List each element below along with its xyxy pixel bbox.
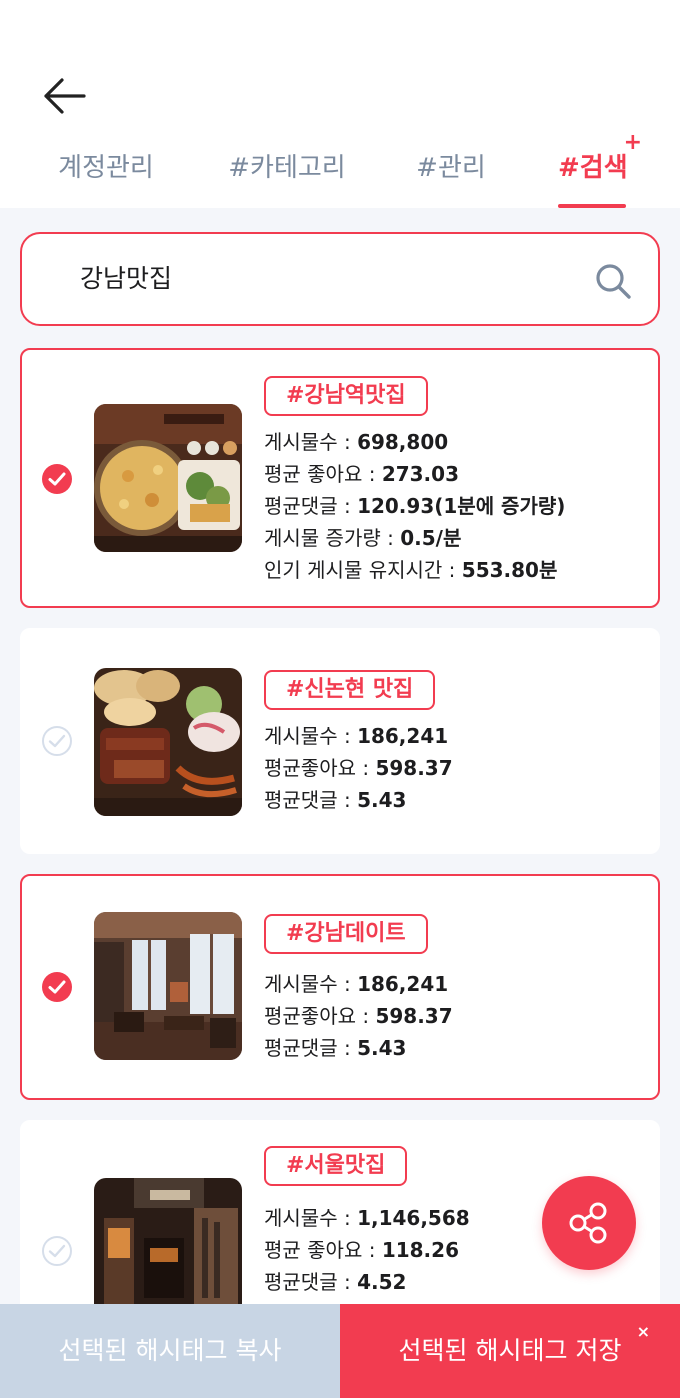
hashtag-chip[interactable]: #강남역맛집 [264,376,428,416]
bbq-platter-image [94,668,242,816]
save-button-label: 선택된 해시태그 저장 [398,1336,622,1365]
check-circle-icon[interactable] [40,462,74,496]
hashtag-card[interactable]: #신논현 맛집 게시물수 : 186,241 평균좋아요 : 598.37 평균… [20,628,660,854]
hashtag-chip[interactable]: #신논현 맛집 [264,670,436,710]
save-selected-button[interactable]: 선택된 해시태그 저장 × [340,1304,680,1398]
stat-post-count: 게시물수 : 186,241 [264,724,449,748]
tab-manage[interactable]: #관리 [416,140,486,208]
check-circle-icon[interactable] [40,1234,74,1268]
hashtag-stats: 게시물수 : 186,241 평균좋아요 : 598.37 평균댓글 : 5.4… [264,968,453,1064]
stat-popular-duration: 인기 게시물 유지시간 : 553.80분 [264,558,558,582]
tab-label: 계정관리 [58,153,154,183]
pizza-dish-image [94,404,242,552]
tab-account[interactable]: 계정관리 [56,140,156,208]
hashtag-card[interactable]: #강남역맛집 게시물수 : 698,800 평균 좋아요 : 273.03 평균… [20,348,660,608]
stat-post-count: 게시물수 : 1,146,568 [264,1206,470,1230]
hashtag-card[interactable]: #강남데이트 게시물수 : 186,241 평균좋아요 : 598.37 평균댓… [20,874,660,1100]
stat-avg-likes: 평균좋아요 : 598.37 [264,1004,453,1028]
stat-avg-likes: 평균좋아요 : 598.37 [264,756,453,780]
hashtag-chip[interactable]: #서울맛집 [264,1146,408,1186]
copy-button-label: 선택된 해시태그 복사 [58,1336,282,1365]
stat-avg-likes: 평균 좋아요 : 118.26 [264,1238,459,1262]
stat-post-count: 게시물수 : 698,800 [264,430,449,454]
hashtag-stats: 게시물수 : 1,146,568 평균 좋아요 : 118.26 평균댓글 : … [264,1202,470,1298]
stat-post-growth: 게시물 증가량 : 0.5/분 [264,526,462,550]
tab-category[interactable]: #카테고리 [228,140,346,208]
search-box[interactable]: 강남맛집 [20,232,660,326]
tab-label: #카테고리 [228,153,346,183]
app-header: 계정관리 #카테고리 #관리 #검색 + [0,0,680,208]
search-icon[interactable] [594,262,632,300]
active-tab-underline [558,204,626,208]
check-circle-icon[interactable] [40,724,74,758]
stat-avg-likes: 평균 좋아요 : 273.03 [264,462,459,486]
tab-bar: 계정관리 #카테고리 #관리 #검색 + [0,132,680,208]
check-circle-icon[interactable] [40,970,74,1004]
hashtag-stats: 게시물수 : 698,800 평균 좋아요 : 273.03 평균댓글 : 12… [264,426,565,586]
stat-avg-comments: 평균댓글 : 5.43 [264,1036,407,1060]
tab-search[interactable]: #검색 + [558,132,642,208]
stat-post-count: 게시물수 : 186,241 [264,972,449,996]
bottom-action-bar: 선택된 해시태그 복사 선택된 해시태그 저장 × [0,1304,680,1398]
back-arrow-icon[interactable] [40,74,88,118]
share-icon [569,1202,607,1244]
tab-label: #관리 [416,153,486,183]
share-button[interactable] [542,1176,636,1270]
search-input[interactable]: 강남맛집 [80,234,172,324]
copy-selected-button[interactable]: 선택된 해시태그 복사 [0,1304,340,1398]
hashtag-chip[interactable]: #강남데이트 [264,914,428,954]
tab-label: #검색 [558,153,628,183]
stat-avg-comments: 평균댓글 : 4.52 [264,1270,407,1294]
cafe-interior-image [94,912,242,1060]
new-badge: + [623,130,642,155]
close-icon[interactable]: × [637,1324,650,1340]
hashtag-stats: 게시물수 : 186,241 평균좋아요 : 598.37 평균댓글 : 5.4… [264,720,453,816]
stat-avg-comments: 평균댓글 : 5.43 [264,788,407,812]
stat-avg-comments: 평균댓글 : 120.93(1분에 증가량) [264,494,566,518]
